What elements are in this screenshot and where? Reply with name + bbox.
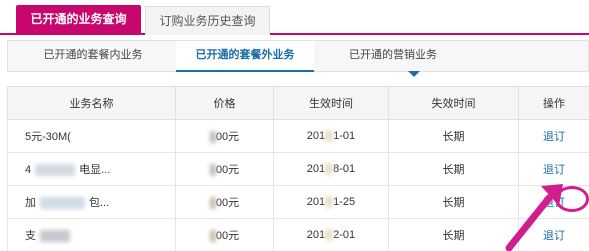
table-row: 加包... 00元 201 1-25 长期 退订 [7, 185, 589, 219]
row-start-text: 1-25 [333, 195, 356, 208]
row-start-prefix: 201 [306, 228, 326, 241]
redaction [40, 197, 85, 210]
row-start-prefix: 201 [306, 129, 326, 142]
row-start-prefix: 201 [306, 195, 326, 208]
row-name: 支 [7, 218, 176, 251]
row-price-text: 00元 [215, 131, 240, 143]
row-name-text: 5元-30M( [25, 131, 71, 143]
row-start: 201 1-01 [273, 119, 389, 153]
redaction [209, 131, 216, 144]
row-end: 长期 [388, 119, 519, 153]
redaction [209, 164, 216, 177]
row-name-text: 4 [25, 164, 32, 176]
row-name: 4 电显... [7, 152, 176, 186]
redaction [209, 197, 216, 210]
table-header-row: 业务名称 价格 生效时间 失效时间 操作 [7, 86, 589, 120]
row-end: 长期 [388, 185, 519, 219]
header-price: 价格 [175, 86, 274, 120]
header-end-time: 失效时间 [388, 86, 519, 120]
sub-tab-bar: 已开通的套餐内业务 已开通的套餐外业务 已开通的营销业务 [7, 40, 589, 77]
redaction [209, 230, 216, 243]
redaction [325, 196, 334, 209]
row-price: 00元 [175, 185, 274, 219]
row-price-text: 00元 [215, 230, 240, 242]
row-unsubscribe-cell: 退订 [518, 119, 589, 153]
redaction [35, 164, 76, 177]
redaction [325, 130, 334, 143]
row-price: 00元 [175, 119, 274, 153]
unsubscribe-link[interactable]: 退订 [543, 164, 565, 176]
tab-opened-business-query[interactable]: 已开通的业务查询 [16, 5, 141, 35]
business-table: 业务名称 价格 生效时间 失效时间 操作 5元-30M( 00元 201 1-01… [7, 86, 589, 251]
row-end: 长期 [388, 152, 519, 186]
row-start-text: 8-01 [333, 162, 356, 175]
row-start: 201 8-01 [273, 152, 389, 186]
header-start-time: 生效时间 [273, 86, 389, 120]
row-name-suffix: 包... [89, 197, 110, 209]
row-name-text: 支 [25, 230, 36, 242]
row-start: 201 2-01 [273, 218, 389, 251]
subtab-marketing[interactable]: 已开通的营销业务 [328, 41, 458, 72]
header-operation: 操作 [518, 86, 589, 120]
table-row: 5元-30M( 00元 201 1-01 长期 退订 [7, 119, 589, 153]
row-price-text: 00元 [215, 164, 240, 176]
row-price: 00元 [175, 152, 274, 186]
row-start-text: 1-01 [333, 129, 356, 142]
row-name: 5元-30M( [7, 119, 176, 153]
redaction [325, 229, 334, 242]
unsubscribe-link[interactable]: 退订 [543, 131, 565, 143]
row-end: 长期 [388, 218, 519, 251]
header-name: 业务名称 [7, 86, 176, 120]
subtab-in-package[interactable]: 已开通的套餐内业务 [28, 41, 158, 72]
row-name-suffix: 电显... [79, 164, 111, 176]
table-row: 支 00元 201 2-01 长期 退订 [7, 218, 589, 251]
row-start-prefix: 201 [306, 162, 326, 175]
row-start: 201 1-25 [273, 185, 389, 219]
pointer-arrow-icon [505, 184, 563, 251]
subtab-out-of-package[interactable]: 已开通的套餐外业务 [176, 41, 420, 77]
row-name: 加 包... [7, 185, 176, 219]
row-price: 00元 [175, 218, 274, 251]
redaction [40, 230, 70, 243]
row-start-text: 2-01 [333, 228, 356, 241]
top-tab-bar: 已开通的业务查询 订购业务历史查询 [0, 0, 589, 35]
row-price-text: 00元 [215, 197, 240, 209]
tab-order-history-query[interactable]: 订购业务历史查询 [145, 6, 270, 35]
subtab-out-of-package-label: 已开通的套餐外业务 [195, 49, 295, 61]
row-name-text: 加 [25, 197, 36, 209]
redaction [325, 163, 334, 176]
table-row: 4 电显... 00元 201 8-01 长期 退订 [7, 152, 589, 186]
